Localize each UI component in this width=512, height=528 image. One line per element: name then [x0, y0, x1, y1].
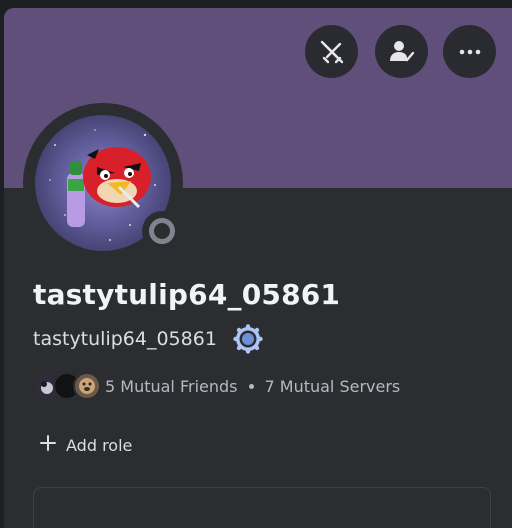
plus-icon [39, 434, 57, 456]
add-role-button[interactable]: Add role [39, 434, 132, 456]
friend-check-icon [388, 39, 416, 65]
username: tastytulip64_05861 [33, 328, 217, 350]
nitro-badge-icon[interactable] [233, 324, 263, 354]
separator-dot [248, 383, 254, 389]
display-name: tastytulip64_05861 [33, 278, 341, 311]
mutual-friends-link[interactable]: 5 Mutual Friends [105, 377, 238, 396]
friend-status-button[interactable] [375, 25, 428, 78]
note-box[interactable] [33, 487, 491, 528]
mutuals-row: 5 Mutual Friends 7 Mutual Servers [33, 372, 400, 400]
avatar-frame [23, 103, 183, 263]
swords-slash-icon [319, 39, 345, 65]
status-indicator [142, 211, 182, 251]
more-options-button[interactable] [443, 25, 496, 78]
more-options-icon [457, 39, 483, 65]
ignore-button[interactable] [305, 25, 358, 78]
offline-status-icon [149, 218, 175, 244]
mutual-avatars[interactable] [33, 372, 105, 400]
username-row: tastytulip64_05861 [33, 324, 263, 354]
mutual-avatar [73, 372, 101, 400]
mutual-servers-link[interactable]: 7 Mutual Servers [265, 377, 401, 396]
profile-card: tastytulip64_05861 tastytulip64_05861 5 … [4, 8, 512, 528]
add-role-label: Add role [66, 435, 133, 455]
